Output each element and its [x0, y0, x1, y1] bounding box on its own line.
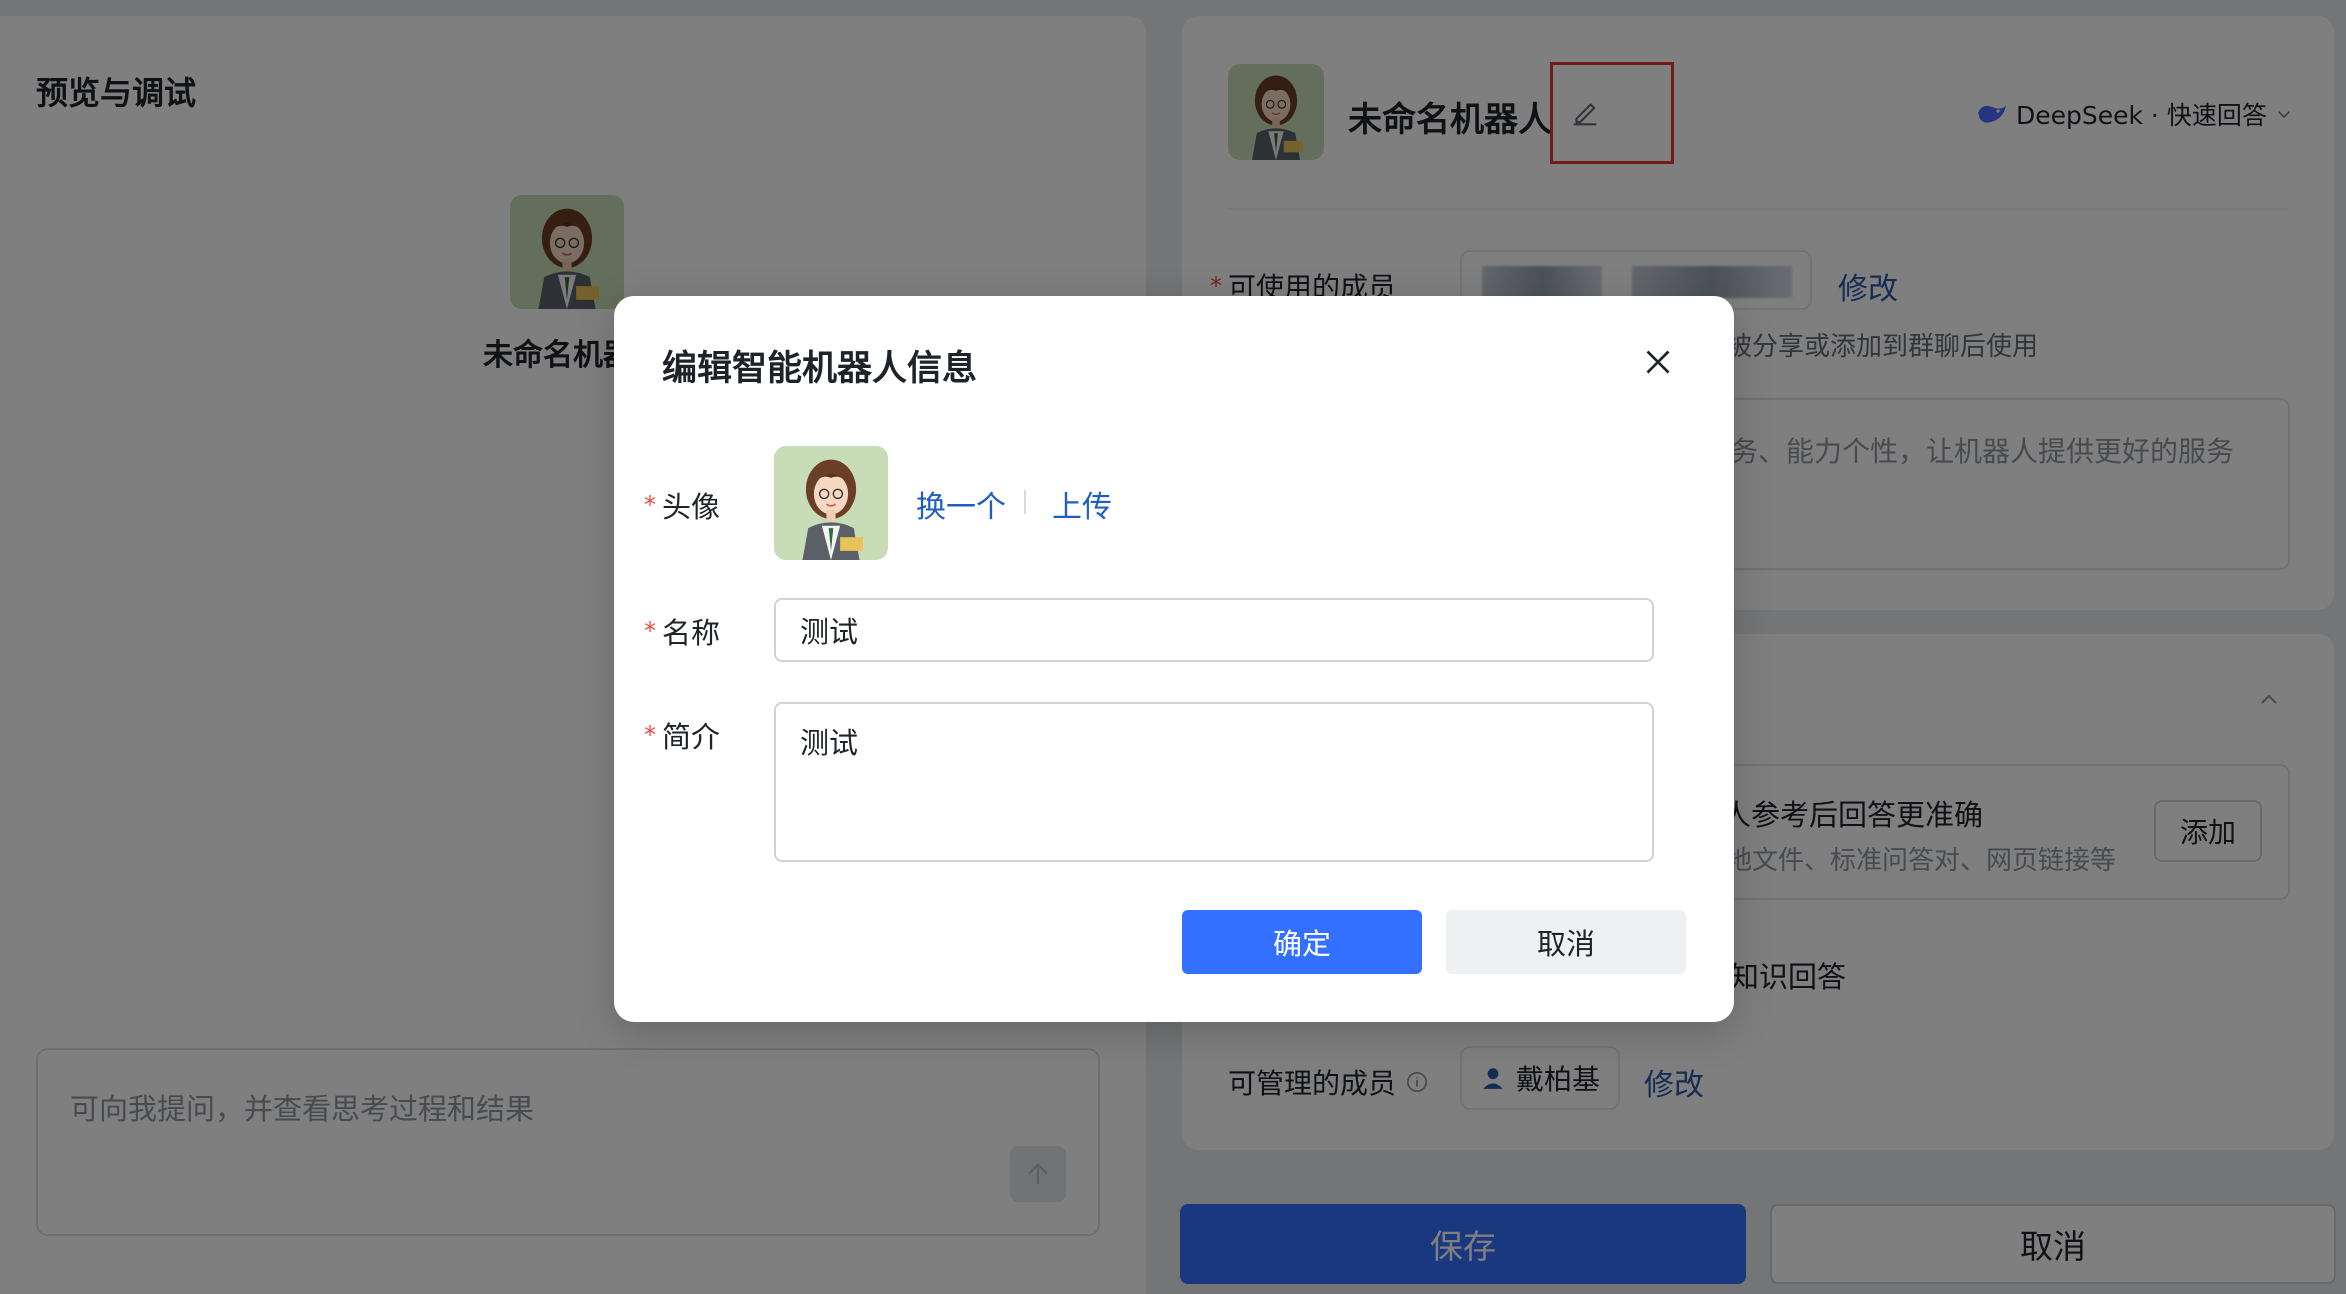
intro-label: * 简介 — [644, 714, 720, 756]
required-mark: * — [644, 617, 656, 645]
bot-avatar-dialog — [774, 446, 888, 560]
link-divider — [1024, 490, 1026, 514]
name-label: * 名称 — [644, 610, 720, 652]
dialog-cancel-button[interactable]: 取消 — [1446, 910, 1686, 974]
name-label-text: 名称 — [662, 616, 721, 650]
intro-label-text: 简介 — [662, 720, 721, 754]
close-icon[interactable] — [1640, 344, 1676, 380]
required-mark: * — [644, 721, 656, 749]
required-mark: * — [644, 491, 656, 519]
swap-avatar-link[interactable]: 换一个 — [916, 482, 1006, 526]
avatar-label: * 头像 — [644, 484, 720, 526]
intro-textarea[interactable]: 测试 — [774, 702, 1654, 862]
upload-avatar-link[interactable]: 上传 — [1052, 482, 1112, 526]
avatar-label-text: 头像 — [662, 490, 721, 524]
confirm-button[interactable]: 确定 — [1182, 910, 1422, 974]
dialog-title: 编辑智能机器人信息 — [662, 349, 978, 389]
edit-bot-info-dialog: 编辑智能机器人信息 * 头像 换一个 上传 * 名称 * 简介 — [614, 296, 1734, 1022]
name-input[interactable] — [774, 598, 1654, 662]
